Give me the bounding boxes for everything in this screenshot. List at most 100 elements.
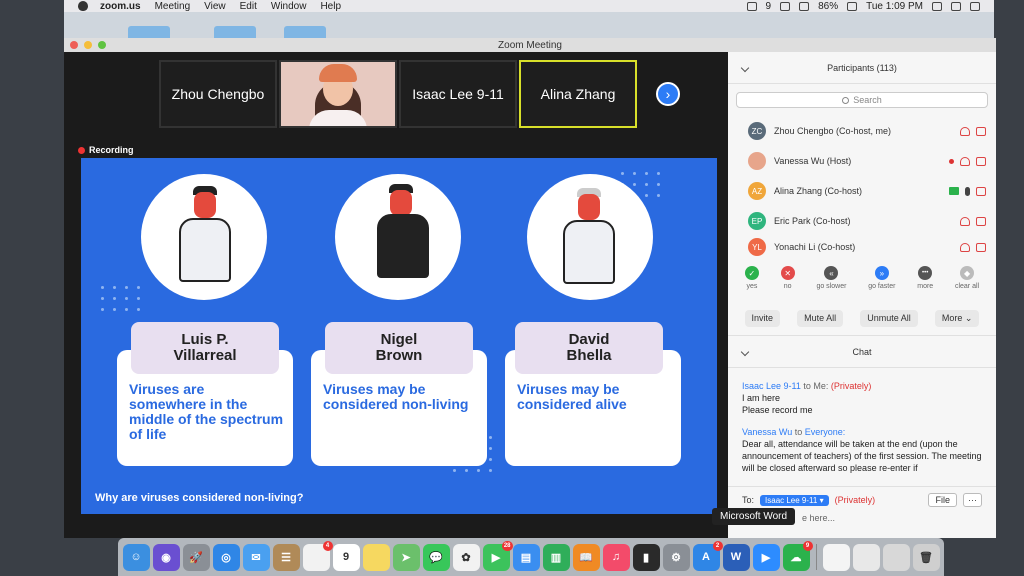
menu-view[interactable]: View: [204, 1, 226, 12]
video-tile-name: Isaac Lee 9-11: [412, 86, 504, 102]
video-tile-vanessa[interactable]: [279, 60, 397, 128]
calendar-icon[interactable]: 9: [332, 543, 360, 571]
privately-label: (Privately): [834, 495, 876, 505]
dock-glyph: 📖: [579, 551, 593, 564]
reaction-go-slower[interactable]: « go slower: [816, 266, 846, 298]
video-off-icon[interactable]: [976, 242, 986, 252]
wechat-icon[interactable]: ☁ 9: [782, 540, 813, 571]
dock-glyph: A: [702, 551, 710, 563]
invite-button[interactable]: Invite: [744, 310, 781, 327]
contacts-icon[interactable]: ☰: [272, 543, 300, 571]
launchpad-icon[interactable]: 🚀: [182, 543, 210, 571]
illustration-body: [179, 218, 231, 282]
menu-meeting[interactable]: Meeting: [155, 1, 191, 12]
clock[interactable]: Tue 1:09 PM: [866, 1, 923, 12]
menu-app[interactable]: zoom.us: [100, 1, 141, 12]
maps-icon[interactable]: ➤: [392, 543, 420, 571]
participant-row[interactable]: YL Yonachi Li (Co-host): [728, 236, 996, 258]
card-text: Viruses are somewhere in the middle of t…: [129, 381, 284, 442]
participant-hat: [319, 64, 357, 82]
illustration-head: [194, 192, 216, 218]
video-tile-zhou[interactable]: Zhou Chengbo: [159, 60, 277, 128]
downloads-icon[interactable]: [882, 543, 910, 571]
recipient-row: To: Isaac Lee 9-11 ▾ (Privately) File ··…: [742, 493, 982, 507]
participant-row[interactable]: EP Eric Park (Co-host): [728, 206, 996, 236]
dock-glyph: ▶: [491, 551, 501, 564]
search-input[interactable]: Search: [736, 92, 988, 108]
chevron-down-icon[interactable]: [740, 63, 750, 72]
reminders-icon[interactable]: 4: [302, 540, 333, 571]
numbers-icon[interactable]: ▥: [542, 543, 570, 571]
chat-header[interactable]: Chat: [728, 336, 996, 368]
unmute-all-button[interactable]: Unmute All: [860, 310, 918, 327]
reaction-go-faster[interactable]: » go faster: [868, 266, 895, 298]
stocks-icon[interactable]: ▮: [632, 543, 660, 571]
file-button[interactable]: File: [928, 493, 957, 507]
recording-label: Recording: [89, 145, 134, 155]
wechat-status-icon[interactable]: [746, 1, 757, 11]
chat-more-button[interactable]: ···: [963, 493, 982, 507]
video-tile-isaac[interactable]: Isaac Lee 9-11: [399, 60, 517, 128]
reaction-no[interactable]: ✕ no: [780, 266, 795, 298]
zoom-icon[interactable]: ▶: [752, 543, 780, 571]
app-store-icon[interactable]: A2: [692, 540, 723, 571]
trash-icon[interactable]: 🗑: [912, 543, 940, 571]
wifi-icon[interactable]: [799, 1, 810, 11]
input-source-icon[interactable]: [847, 1, 858, 11]
notes-icon[interactable]: [362, 543, 390, 571]
chevron-down-icon[interactable]: [740, 347, 750, 356]
message-sender[interactable]: Isaac Lee 9-11: [742, 381, 801, 391]
video-off-icon[interactable]: [976, 126, 986, 136]
video-off-icon[interactable]: [976, 156, 986, 166]
participant-row[interactable]: Vanessa Wu (Host): [728, 146, 996, 176]
participants-header[interactable]: Participants (113): [728, 52, 996, 84]
dock-glyph: W: [730, 551, 742, 563]
participant-body: [309, 110, 367, 126]
menu-help[interactable]: Help: [320, 1, 341, 12]
more-button[interactable]: More ⌄: [934, 310, 980, 327]
messages-icon[interactable]: 💬: [422, 543, 450, 571]
mail-icon[interactable]: ✉: [242, 543, 270, 571]
menu-window[interactable]: Window: [271, 1, 307, 12]
bluetooth-icon[interactable]: [780, 1, 791, 11]
photos-icon[interactable]: ✿: [452, 543, 480, 571]
microsoft-word-icon[interactable]: W: [722, 543, 750, 571]
mic-muted-icon[interactable]: [960, 216, 970, 226]
mic-muted-icon[interactable]: [960, 242, 970, 252]
finder-icon[interactable]: ☺: [122, 543, 150, 571]
video-off-icon[interactable]: [976, 186, 986, 196]
books-icon[interactable]: 📖: [572, 543, 600, 571]
apple-icon[interactable]: [78, 1, 88, 11]
notification-center-icon[interactable]: [970, 1, 980, 11]
mic-muted-icon[interactable]: [960, 156, 970, 166]
document-2-icon[interactable]: [852, 543, 880, 571]
system-preferences-icon[interactable]: ⚙: [662, 543, 690, 571]
menu-edit[interactable]: Edit: [240, 1, 257, 12]
reaction-clear-all[interactable]: ◆ clear all: [955, 266, 979, 298]
doctor-illustration-1: [141, 174, 267, 300]
document-1-icon[interactable]: [822, 543, 850, 571]
battery-percent[interactable]: 86%: [818, 1, 838, 12]
message-sender[interactable]: Vanessa Wu: [742, 427, 792, 437]
dock-glyph: ⚙: [671, 551, 681, 564]
reaction-yes[interactable]: ✓ yes: [744, 266, 759, 298]
mic-muted-icon[interactable]: [960, 126, 970, 136]
participant-row[interactable]: ZC Zhou Chengbo (Co-host, me): [728, 116, 996, 146]
keynote-icon[interactable]: ▤: [512, 543, 540, 571]
video-off-icon[interactable]: [976, 216, 986, 226]
user-icon[interactable]: [951, 1, 961, 11]
siri-icon[interactable]: ◉: [152, 543, 180, 571]
safari-icon[interactable]: ◎: [212, 543, 240, 571]
participant-row[interactable]: AZ Alina Zhang (Co-host): [728, 176, 996, 206]
reaction-more[interactable]: ••• more: [917, 266, 933, 298]
mute-all-button[interactable]: Mute All: [797, 310, 844, 327]
recording-indicator[interactable]: Recording: [78, 145, 134, 155]
music-icon[interactable]: ♫: [602, 543, 630, 571]
chevron-right-icon[interactable]: ›: [656, 82, 680, 106]
mic-on-icon[interactable]: [965, 186, 970, 196]
recipient-select[interactable]: Isaac Lee 9-11 ▾: [760, 494, 829, 506]
dock-glyph: ▥: [550, 551, 562, 564]
spotlight-icon[interactable]: [932, 1, 942, 11]
video-tile-alina[interactable]: Alina Zhang: [519, 60, 637, 128]
facetime-icon[interactable]: ▶ 28: [482, 540, 513, 571]
